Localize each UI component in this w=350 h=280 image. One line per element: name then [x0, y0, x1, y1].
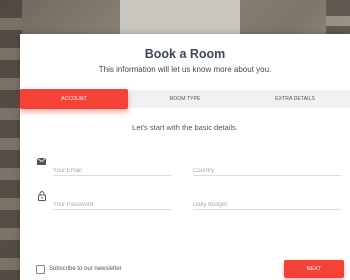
tab-account[interactable]: ACCOUNT — [20, 89, 128, 109]
wizard-tabs: ROOM TYPE EXTRA DETAILS ACCOUNT — [20, 89, 350, 109]
page-title: Book a Room — [144, 47, 226, 61]
country-input[interactable] — [193, 164, 341, 178]
tab-room-type[interactable]: ROOM TYPE — [130, 90, 240, 108]
booking-wizard-card: Book a Room This information will let us… — [20, 34, 350, 280]
newsletter-label[interactable]: Subscribe to our newsletter — [49, 265, 122, 273]
newsletter-checkbox[interactable] — [36, 265, 45, 274]
next-button[interactable]: NEXT — [284, 260, 344, 278]
background-building-left — [0, 0, 22, 280]
email-input[interactable] — [53, 164, 172, 178]
page-subtitle: This information will let us know more a… — [98, 65, 272, 74]
background-sky — [120, 0, 240, 35]
budget-field-wrapper — [193, 193, 341, 212]
daily-budget-input[interactable] — [193, 198, 341, 212]
mail-icon — [37, 158, 46, 165]
password-field-wrapper — [53, 193, 172, 212]
lock-icon — [38, 191, 46, 201]
password-input[interactable] — [53, 198, 172, 212]
country-field-wrapper — [193, 159, 341, 178]
email-field-wrapper — [53, 159, 172, 178]
step-intro-text: Let's start with the basic details. — [132, 123, 238, 132]
tab-extra-details[interactable]: EXTRA DETAILS — [240, 90, 350, 108]
